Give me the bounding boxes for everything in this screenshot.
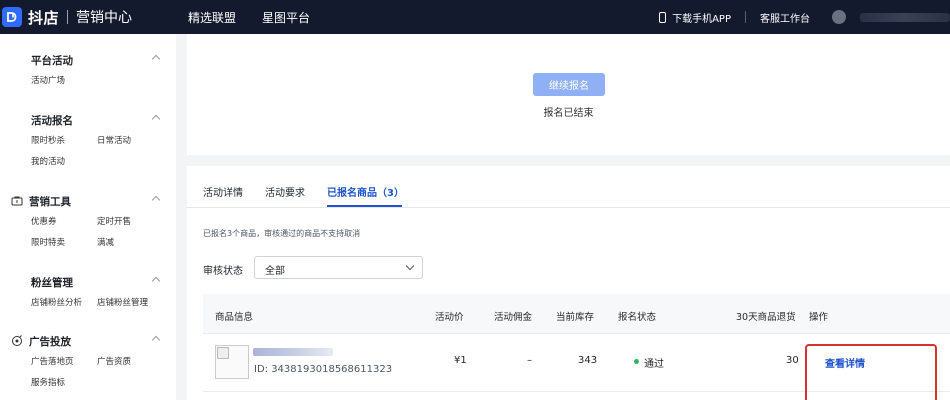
- sidebar-group-header[interactable]: 活动报名: [13, 112, 173, 128]
- sidebar-item-flash-sale[interactable]: 限时秒杀: [31, 131, 97, 152]
- col-30d-returns: 30天商品退货: [736, 312, 796, 323]
- review-status-label: 审核状态: [203, 266, 243, 277]
- chevron-up-icon: [151, 54, 161, 64]
- sidebar-group-title: 平台活动: [31, 54, 73, 67]
- nav-xingtu-platform[interactable]: 星图平台: [262, 9, 310, 26]
- download-app-link[interactable]: 下载手机APP: [672, 10, 731, 25]
- product-name-redacted[interactable]: [253, 348, 333, 356]
- top-right-actions: 下载手机APP 客服工作台: [659, 0, 950, 34]
- current-stock: 343: [578, 355, 598, 366]
- returns-30d: 30: [786, 355, 799, 366]
- table-header: 商品信息 活动价 活动佣金 当前库存 报名状态 30天商品退货 操作: [203, 294, 950, 334]
- continue-signup-button[interactable]: 继续报名: [533, 73, 605, 96]
- col-actions: 操作: [809, 312, 829, 323]
- tab-signed-products[interactable]: 已报名商品（3）: [327, 184, 404, 199]
- col-activity-price: 活动价: [435, 312, 464, 323]
- tab-activity-requirements[interactable]: 活动要求: [265, 184, 305, 199]
- top-nav: 精选联盟 星图平台: [188, 9, 336, 26]
- activity-price: ¥1: [454, 355, 467, 366]
- tab-activity-detail[interactable]: 活动详情: [203, 184, 243, 199]
- sidebar-item-my-activity[interactable]: 我的活动: [31, 152, 97, 173]
- divider: [745, 11, 746, 23]
- sidebar-group-header[interactable]: 平台活动: [13, 52, 173, 68]
- sidebar-item-ad-qualification[interactable]: 广告资质: [97, 352, 163, 373]
- review-status-value: 全部: [265, 266, 285, 277]
- product-id: ID: 3438193018568611323: [254, 364, 393, 375]
- nav-jingxuan-lianmeng[interactable]: 精选联盟: [188, 9, 236, 26]
- product-thumbnail[interactable]: [215, 345, 249, 379]
- ad-target-icon: [12, 335, 22, 346]
- sidebar-item-service-metrics[interactable]: 服务指标: [31, 373, 97, 394]
- chevron-up-icon: [151, 195, 161, 205]
- col-product-info: 商品信息: [215, 312, 254, 323]
- sidebar-group-header[interactable]: 营销工具: [11, 193, 173, 209]
- sidebar-group-title: 营销工具: [29, 195, 71, 208]
- highlight-annotation-box: [805, 344, 937, 400]
- broken-image-icon: [217, 347, 229, 359]
- sidebar-item-ad-landing-page[interactable]: 广告落地页: [31, 352, 97, 373]
- active-tab-underline: [327, 205, 402, 207]
- sidebar-group-title: 广告投放: [29, 335, 71, 348]
- coupon-tool-icon: [11, 196, 23, 206]
- sidebar-item-full-reduction[interactable]: 满减: [97, 233, 163, 254]
- sidebar-group-activity-signup: 活动报名 限时秒杀 日常活动 我的活动: [0, 112, 173, 173]
- sidebar-item-coupon[interactable]: 优惠券: [31, 212, 97, 233]
- signup-status: 通过: [644, 359, 664, 370]
- logo[interactable]: 抖店 营销中心: [2, 7, 132, 28]
- sidebar-item-limited-special[interactable]: 限时特卖: [31, 233, 97, 254]
- sidebar-group-title: 粉丝管理: [31, 276, 73, 289]
- top-bar: 抖店 营销中心 精选联盟 星图平台 下载手机APP 客服工作台: [0, 0, 950, 34]
- chevron-up-icon: [151, 114, 161, 124]
- sidebar-group-header[interactable]: 粉丝管理: [13, 274, 173, 290]
- activity-commission: –: [527, 355, 532, 366]
- col-signup-status: 报名状态: [618, 312, 657, 323]
- logo-subtitle: 营销中心: [76, 10, 133, 26]
- sidebar-group-marketing-tools: 营销工具 优惠券 定时开售 限时特卖 满减: [0, 193, 173, 254]
- sidebar-item-fan-manage[interactable]: 店铺粉丝管理: [97, 293, 163, 314]
- logo-divider: [67, 10, 69, 24]
- customer-service-link[interactable]: 客服工作台: [760, 10, 810, 25]
- doudian-logo-icon: [2, 7, 22, 27]
- sidebar-item-fan-analysis[interactable]: 店铺粉丝分析: [31, 293, 97, 314]
- avatar[interactable]: [832, 10, 846, 24]
- phone-icon: [659, 11, 667, 23]
- chevron-up-icon: [151, 335, 161, 345]
- col-current-stock: 当前库存: [556, 312, 595, 323]
- signup-panel: 继续报名 报名已结束: [187, 34, 950, 155]
- user-name-redacted[interactable]: [860, 12, 950, 22]
- chevron-down-icon: [405, 261, 415, 271]
- logo-text: 抖店: [28, 8, 60, 27]
- sidebar-group-fan-management: 粉丝管理 店铺粉丝分析 店铺粉丝管理: [0, 274, 173, 314]
- col-activity-commission: 活动佣金: [494, 312, 533, 323]
- sidebar-group-ad-placement: 广告投放 广告落地页 广告资质 服务指标: [0, 333, 173, 394]
- sidebar-group-header[interactable]: 广告投放: [12, 333, 173, 349]
- sidebar-group-platform-activity: 平台活动 活动广场: [0, 52, 173, 92]
- status-pass-dot: [634, 359, 639, 364]
- signup-ended-text: 报名已结束: [543, 108, 594, 119]
- sidebar: 平台活动 活动广场 活动报名 限时秒杀 日常活动 我的活动 营销工具 优惠券 定…: [0, 34, 176, 400]
- signup-notice: 已报名3个商品，审核通过的商品不支持取消: [203, 229, 361, 238]
- sidebar-item-daily-activity[interactable]: 日常活动: [97, 131, 163, 152]
- chevron-up-icon: [151, 276, 161, 286]
- sidebar-item-scheduled-sale[interactable]: 定时开售: [97, 212, 163, 233]
- tab-bar: 活动详情 活动要求 已报名商品（3）: [187, 166, 950, 208]
- sidebar-item-activity-square[interactable]: 活动广场: [31, 71, 97, 92]
- review-status-select[interactable]: 全部: [254, 256, 423, 279]
- sidebar-group-title: 活动报名: [31, 114, 73, 127]
